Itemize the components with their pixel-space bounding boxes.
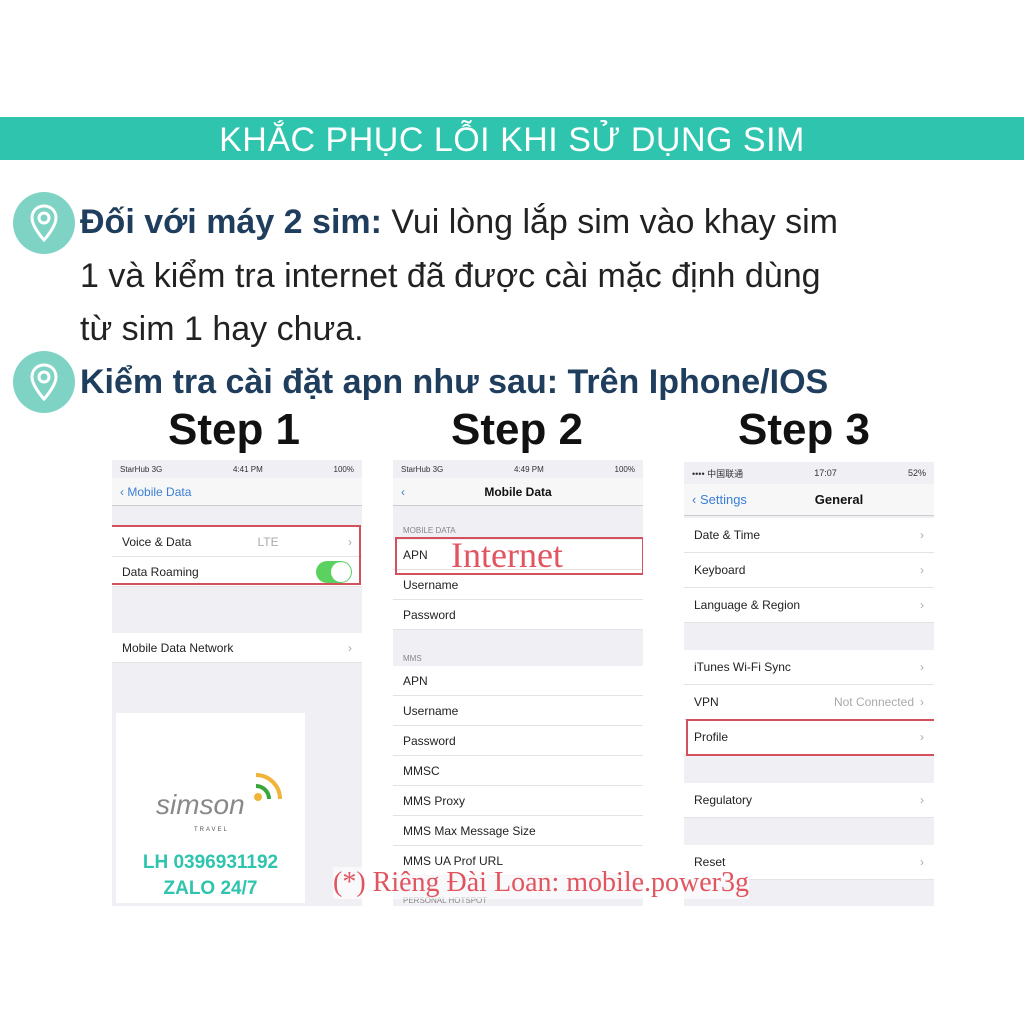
chevron-right-icon: › [348,640,352,655]
simson-logo-card: simson TRAVEL LH 0396931192 ZALO 24/7 [116,713,305,903]
carrier: StarHub 3G [120,464,163,474]
chevron-right-icon: › [920,695,924,709]
status-bar: StarHub 3G 4:49 PM 100% [393,460,643,478]
bullet-1-line-1: Đối với máy 2 sim: Vui lòng lắp sim vào … [80,203,838,242]
location-pin-icon [13,351,75,413]
bullet-1-line-2: 1 và kiểm tra internet đã được cài mặc đ… [80,257,821,295]
logo-sub: TRAVEL [194,827,229,833]
back-button[interactable]: ‹ [401,485,405,499]
step-3-screen: •••• 中国联通 17:07 52% ‹ Settings General Date… [684,462,934,906]
row-label: iTunes Wi-Fi Sync [694,660,791,674]
step-1-title: Step 1 [167,405,301,454]
battery: 100% [614,464,635,474]
logo-brand: simson [156,789,245,820]
itunes-sync-row[interactable]: iTunes Wi-Fi Sync › [684,650,934,685]
highlight-box [686,719,934,756]
chevron-right-icon: › [920,563,924,577]
carrier: •••• 中国联通 [692,468,744,479]
bullet-1-line-3: từ sim 1 hay chưa. [80,310,364,348]
row-label: MMSC [403,763,440,778]
highlight-box [112,525,361,585]
status-bar: StarHub 3G 4:41 PM 100% [112,460,362,478]
back-button[interactable]: ‹ Settings [692,492,747,507]
password-row[interactable]: Password [393,600,643,630]
row-label: MMS Proxy [403,793,466,808]
mmsc-row[interactable]: MMSC [393,756,643,786]
date-time-row[interactable]: Date & Time › [684,518,934,553]
battery: 100% [333,464,354,474]
wifi-signal-icon [254,773,282,801]
back-label: Mobile Data [127,484,192,499]
contact-phone: LH 0396931192 [142,852,279,873]
time: 17:07 [814,468,837,478]
chevron-right-icon: › [920,855,924,869]
row-label: Mobile Data Network [122,640,234,655]
banner-title: KHẮC PHỤC LỖI KHI SỬ DỤNG SIM [0,117,1024,160]
step-2-title: Step 2 [450,405,584,454]
battery: 52% [907,468,926,478]
nav-title: General [814,492,864,507]
row-label: Date & Time [694,528,761,542]
row-label: APN [403,673,428,688]
contact-zalo: ZALO 24/7 [163,878,258,899]
bullet-1-heading: Đối với máy 2 sim: [80,203,382,241]
apn-value-annotation: Internet [451,535,563,575]
mms-max-size-row[interactable]: MMS Max Message Size [393,816,643,846]
step-2-screen: StarHub 3G 4:49 PM 100% ‹ Mobile Data MOBIL… [393,460,643,906]
row-label: MMS UA Prof URL [403,853,504,868]
keyboard-row[interactable]: Keyboard › [684,553,934,588]
chevron-right-icon: › [920,598,924,612]
chevron-right-icon: › [920,660,924,674]
row-label: MMS Max Message Size [403,823,536,838]
time: 4:41 PM [232,464,263,474]
chevron-right-icon: › [920,528,924,542]
step-1-screen: StarHub 3G 4:41 PM 100% ‹ Mobile Data Voic… [112,460,362,906]
nav-title: Mobile Data [484,484,552,499]
row-label: Keyboard [694,563,746,577]
mms-password-row[interactable]: Password [393,726,643,756]
regulatory-row[interactable]: Regulatory › [684,783,934,818]
chevron-right-icon: › [920,793,924,807]
bullet-2-heading: Kiểm tra cài đặt apn như sau: Trên Iphon… [80,363,829,401]
row-label: Username [403,703,459,718]
row-label: Password [403,607,456,622]
footnote: (*) Riêng Đài Loan: mobile.power3g [333,867,750,899]
bullet-1-text: Vui lòng lắp sim vào khay sim [381,203,838,241]
vpn-row[interactable]: VPN Not Connected › [684,685,934,720]
mms-proxy-row[interactable]: MMS Proxy [393,786,643,816]
time: 4:49 PM [513,464,544,474]
row-label: Password [403,733,456,748]
back-label: Settings [699,492,747,507]
section-header: MMS [403,654,422,663]
location-pin-icon [13,192,75,254]
mms-apn-row[interactable]: APN [393,666,643,696]
status-bar: •••• 中国联通 17:07 52% [684,462,934,484]
mobile-data-network-row[interactable]: Mobile Data Network › [112,633,362,663]
step-3-title: Step 3 [737,405,871,454]
mms-username-row[interactable]: Username [393,696,643,726]
back-button[interactable]: ‹ Mobile Data [120,485,191,499]
carrier: StarHub 3G [401,464,444,474]
row-label: VPN [694,695,719,709]
section-header: MOBILE DATA [403,526,456,535]
row-value: Not Connected [833,695,914,709]
language-region-row[interactable]: Language & Region › [684,588,934,623]
row-label: Username [403,577,459,592]
row-label: Language & Region [694,598,801,612]
row-label: Regulatory [694,793,753,807]
